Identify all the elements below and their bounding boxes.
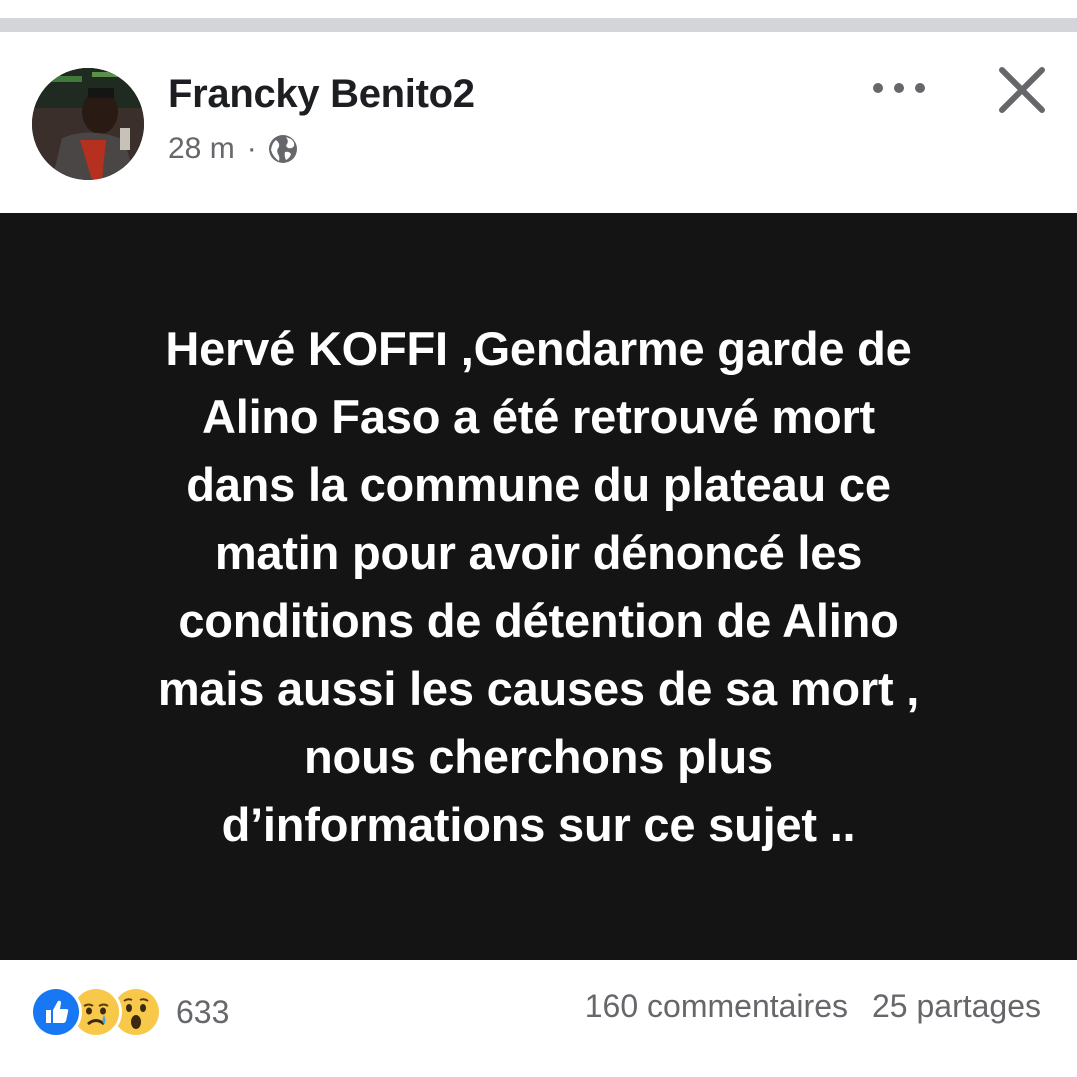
post-time[interactable]: 28 m bbox=[168, 132, 235, 166]
avatar-photo bbox=[32, 68, 144, 180]
top-divider bbox=[0, 18, 1077, 32]
globe-icon bbox=[267, 133, 299, 165]
post-meta: 28 m · bbox=[168, 132, 299, 166]
post-header: Francky Benito2 28 m · bbox=[0, 32, 1077, 213]
post-text: Hervé KOFFI ,Gendarme garde de Alino Fas… bbox=[157, 321, 920, 851]
more-options-icon[interactable] bbox=[864, 70, 934, 106]
stats-gap bbox=[848, 988, 872, 1025]
like-icon bbox=[30, 986, 82, 1038]
comments-count[interactable]: 160 commentaires bbox=[585, 988, 848, 1025]
post-footer: 633 160 commentaires 25 partages bbox=[0, 960, 1077, 1077]
post-text-card: Hervé KOFFI ,Gendarme garde de Alino Fas… bbox=[0, 213, 1077, 960]
shares-count[interactable]: 25 partages bbox=[872, 988, 1041, 1025]
reactions-summary[interactable]: 633 bbox=[30, 986, 229, 1038]
close-icon[interactable] bbox=[990, 58, 1054, 122]
avatar[interactable] bbox=[32, 68, 144, 180]
author-name[interactable]: Francky Benito2 bbox=[168, 72, 475, 117]
post-stats: 160 commentaires 25 partages bbox=[585, 988, 1041, 1025]
meta-separator: · bbox=[246, 132, 257, 165]
reaction-count[interactable]: 633 bbox=[176, 994, 229, 1031]
